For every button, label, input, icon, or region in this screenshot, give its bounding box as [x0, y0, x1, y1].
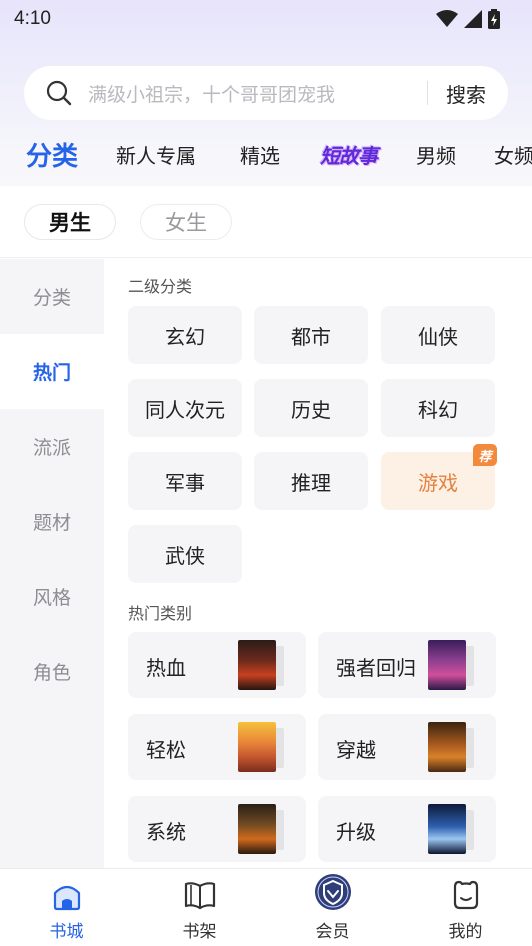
tab-featured[interactable]: 精选: [240, 140, 280, 169]
nav-bookshelf[interactable]: 书架: [133, 869, 266, 946]
bottom-navigation: 书城 书架 会员 我的: [0, 868, 532, 946]
nav-label: 书架: [182, 922, 217, 942]
hot-category-card[interactable]: 热血: [128, 632, 306, 698]
sidebar-item-role[interactable]: 角色: [0, 634, 104, 709]
hot-category-card[interactable]: 穿越: [318, 714, 496, 780]
category-content: 二级分类 玄幻 都市 仙侠 同人次元 历史 科幻 军事 推理 游戏 荐 武侠 热…: [128, 259, 532, 868]
book-cover-stack: [238, 804, 284, 854]
gender-male-button[interactable]: 男生: [24, 204, 116, 240]
nav-label: 我的: [448, 922, 483, 942]
profile-icon: [453, 880, 478, 910]
book-cover-stack: [238, 640, 284, 690]
sidebar-item-genre[interactable]: 流派: [0, 409, 104, 484]
category-chip[interactable]: 都市: [254, 306, 368, 364]
tab-newcomer[interactable]: 新人专属: [116, 140, 196, 169]
category-sidebar: 分类 热门 流派 题材 风格 角色: [0, 259, 104, 868]
search-input[interactable]: 满级小祖宗，十个哥哥团宠我: [88, 80, 427, 107]
status-bar: 4:10: [0, 0, 532, 38]
book-cover-stack: [428, 640, 474, 690]
book-cover-stack: [428, 722, 474, 772]
tab-category[interactable]: 分类: [26, 136, 78, 173]
recommend-badge: 荐: [473, 444, 497, 466]
book-cover-image: [238, 804, 276, 854]
category-chip-highlighted[interactable]: 游戏 荐: [381, 444, 497, 510]
hot-category-label: 升级: [336, 820, 376, 844]
section-title-hot: 热门类别: [128, 604, 193, 623]
nav-vip[interactable]: 会员: [266, 869, 399, 946]
category-chip[interactable]: 科幻: [381, 379, 495, 437]
hot-category-label: 轻松: [146, 738, 186, 762]
tab-short-stories[interactable]: 短故事: [320, 140, 378, 169]
section-title-secondary: 二级分类: [128, 277, 193, 296]
nav-label: 会员: [315, 922, 350, 942]
status-icons: [436, 9, 500, 29]
search-bar[interactable]: 满级小祖宗，十个哥哥团宠我 搜索: [24, 66, 508, 120]
wifi-icon: [436, 10, 458, 27]
sidebar-item-style[interactable]: 风格: [0, 559, 104, 634]
nav-label: 书城: [49, 922, 84, 942]
book-cover-image: [428, 640, 466, 690]
hot-category-label: 热血: [146, 656, 186, 680]
tab-male-channel[interactable]: 男频: [416, 140, 456, 169]
sidebar-item-hot[interactable]: 热门: [0, 334, 104, 409]
book-cover-image: [428, 722, 466, 772]
hot-category-label: 系统: [146, 820, 186, 844]
book-cover-stack: [428, 804, 474, 854]
category-chip-label: 游戏: [418, 470, 458, 495]
category-chip[interactable]: 同人次元: [128, 379, 242, 437]
status-time: 4:10: [14, 8, 51, 29]
book-cover-image: [428, 804, 466, 854]
search-button[interactable]: 搜索: [446, 79, 486, 108]
book-cover-image: [238, 722, 276, 772]
hot-category-label: 强者回归: [336, 656, 416, 680]
category-chip[interactable]: 玄幻: [128, 306, 242, 364]
nav-profile[interactable]: 我的: [399, 869, 532, 946]
hot-category-card[interactable]: 轻松: [128, 714, 306, 780]
nav-bookstore[interactable]: 书城: [0, 869, 133, 946]
sidebar-item-theme[interactable]: 题材: [0, 484, 104, 559]
hot-category-label: 穿越: [336, 738, 376, 762]
sidebar-item-category[interactable]: 分类: [0, 259, 104, 334]
signal-icon: [464, 10, 482, 28]
bookstore-icon: [53, 885, 80, 911]
hot-category-card[interactable]: 强者回归: [318, 632, 496, 698]
category-chip[interactable]: 仙侠: [381, 306, 495, 364]
gender-selector: 男生 女生: [0, 186, 532, 258]
book-cover-image: [238, 640, 276, 690]
battery-icon: [488, 9, 500, 29]
hot-category-card[interactable]: 升级: [318, 796, 496, 862]
search-divider: [427, 81, 428, 105]
hot-category-card[interactable]: 系统: [128, 796, 306, 862]
vip-shield-icon: [314, 874, 351, 910]
category-chip[interactable]: 推理: [254, 452, 368, 510]
bookshelf-icon: [184, 882, 215, 910]
search-icon: [46, 80, 72, 106]
gender-female-button[interactable]: 女生: [140, 204, 232, 240]
category-chip[interactable]: 武侠: [128, 525, 242, 583]
category-chip[interactable]: 军事: [128, 452, 242, 510]
category-chip[interactable]: 历史: [254, 379, 368, 437]
top-tabs: 分类 新人专属 精选 短故事 男频 女频: [0, 128, 532, 178]
tab-female-channel[interactable]: 女频: [494, 140, 532, 169]
book-cover-stack: [238, 722, 284, 772]
